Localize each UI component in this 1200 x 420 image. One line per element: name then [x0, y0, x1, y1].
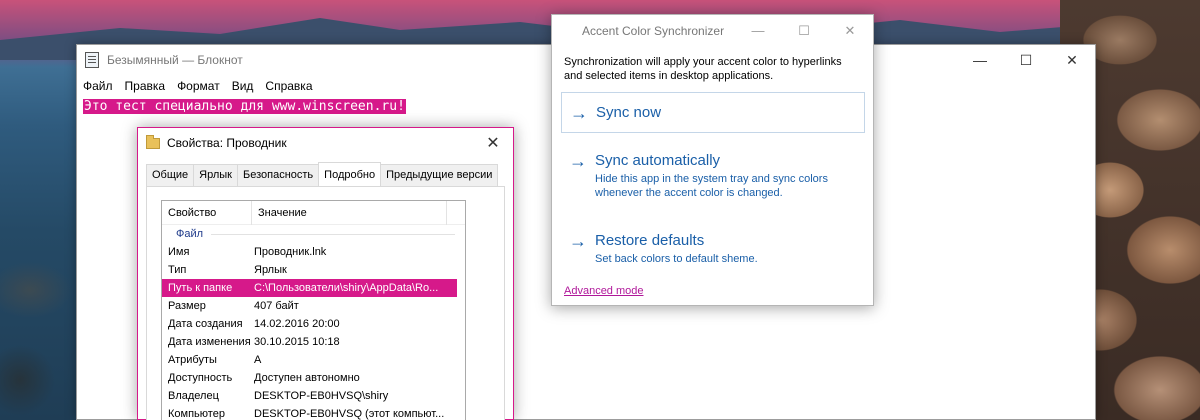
menu-help[interactable]: Справка	[265, 79, 312, 93]
restore-defaults-title: → Restore defaults	[569, 230, 857, 251]
group-header-file: Файл	[162, 225, 465, 243]
close-button[interactable]: ✕	[1049, 45, 1095, 75]
property-value: DESKTOP-EB0HVSQ\shiry	[254, 390, 389, 402]
folder-icon	[146, 134, 160, 149]
property-value: C:\Пользователи\shiry\AppData\Ro...	[254, 282, 439, 294]
table-row[interactable]: Атрибуты A	[162, 351, 465, 369]
sync-automatically-description: Hide this app in the system tray and syn…	[595, 173, 828, 199]
table-row[interactable]: Владелец DESKTOP-EB0HVSQ\shiry	[162, 387, 465, 405]
menu-format[interactable]: Формат	[177, 79, 220, 93]
property-name: Дата создания	[168, 318, 243, 330]
rocks-left-decoration	[0, 230, 80, 420]
maximize-button[interactable]: ☐	[781, 23, 827, 39]
close-button[interactable]: ✕	[473, 133, 513, 153]
menu-view[interactable]: Вид	[232, 79, 254, 93]
advanced-mode-link[interactable]: Advanced mode	[564, 285, 644, 297]
details-panel: Свойство Значение Файл Имя Проводник.lnk Т…	[146, 186, 505, 420]
property-value: 30.10.2015 10:18	[254, 336, 340, 348]
property-name: Доступность	[168, 372, 233, 384]
sync-now-button[interactable]: → Sync now	[561, 92, 865, 133]
menu-file[interactable]: Файл	[83, 79, 113, 93]
properties-tabs: Общие Ярлык Безопасность Подробно Предыд…	[146, 162, 499, 186]
property-name: Тип	[168, 264, 187, 276]
table-row[interactable]: Доступность Доступен автономно	[162, 369, 465, 387]
property-name: Путь к папке	[168, 282, 233, 294]
restore-defaults-description: Set back colors to default sheme.	[595, 253, 758, 265]
minimize-button[interactable]: —	[957, 45, 1003, 75]
table-row[interactable]: Дата создания 14.02.2016 20:00	[162, 315, 465, 333]
restore-defaults-button[interactable]: → Restore defaults Set back colors to de…	[561, 222, 865, 276]
property-value: Ярлык	[254, 264, 287, 276]
table-row[interactable]: Путь к папке C:\Пользователи\shiry\AppDat…	[162, 279, 457, 297]
accent-sync-titlebar[interactable]: Accent Color Synchronizer — ☐ ✕	[552, 15, 873, 47]
properties-dialog: Свойства: Проводник ✕ Общие Ярлык Безопа…	[137, 127, 514, 420]
close-button[interactable]: ✕	[827, 23, 873, 39]
properties-titlebar[interactable]: Свойства: Проводник ✕	[138, 128, 513, 158]
restore-defaults-label: Restore defaults	[595, 232, 705, 249]
property-name: Компьютер	[168, 408, 225, 420]
properties-title: Свойства: Проводник	[167, 136, 287, 150]
tab-details[interactable]: Подробно	[318, 162, 382, 186]
tab-shortcut[interactable]: Ярлык	[193, 164, 238, 186]
table-row[interactable]: Размер 407 байт	[162, 297, 465, 315]
property-value: 14.02.2016 20:00	[254, 318, 340, 330]
sync-description: Synchronization will apply your accent c…	[564, 56, 842, 82]
property-value: 407 байт	[254, 300, 299, 312]
tab-security[interactable]: Безопасность	[237, 164, 320, 186]
table-row[interactable]: Тип Ярлык	[162, 261, 465, 279]
property-value: Проводник.lnk	[254, 246, 327, 258]
accent-sync-title: Accent Color Synchronizer	[582, 24, 725, 38]
property-value: A	[254, 354, 262, 366]
list-header: Свойство Значение	[162, 201, 465, 225]
properties-list: Свойство Значение Файл Имя Проводник.lnk Т…	[161, 200, 466, 420]
table-row[interactable]: Компьютер DESKTOP-EB0HVSQ (этот компьют..…	[162, 405, 465, 420]
sync-automatically-button[interactable]: → Sync automatically Hide this app in th…	[561, 142, 865, 210]
table-row[interactable]: Имя Проводник.lnk	[162, 243, 465, 261]
notepad-icon	[85, 52, 99, 68]
minimize-button[interactable]: —	[735, 23, 781, 39]
property-name: Имя	[168, 246, 190, 258]
arrow-right-icon: →	[569, 150, 587, 171]
arrow-right-icon: →	[570, 102, 588, 123]
column-header-property[interactable]: Свойство	[162, 201, 252, 225]
properties-rows: Имя Проводник.lnk Тип Ярлык Путь к папке C:\П…	[162, 243, 465, 420]
notepad-editor[interactable]: Это тест специально для www.winscreen.ru…	[83, 99, 406, 114]
property-name: Атрибуты	[168, 354, 217, 366]
tab-previous-versions[interactable]: Предыдущие версии	[380, 164, 499, 186]
menu-edit[interactable]: Правка	[125, 79, 166, 93]
tab-general[interactable]: Общие	[146, 164, 195, 186]
column-header-value[interactable]: Значение	[252, 201, 447, 225]
accent-sync-window-controls: — ☐ ✕	[735, 23, 873, 39]
sync-automatically-label: Sync automatically	[595, 152, 721, 169]
arrow-right-icon: →	[569, 230, 587, 251]
property-name: Дата изменения	[168, 336, 251, 348]
property-name: Владелец	[168, 390, 219, 402]
property-value: Доступен автономно	[254, 372, 360, 384]
sync-automatically-title: → Sync automatically	[569, 150, 857, 171]
maximize-button[interactable]: ☐	[1003, 45, 1049, 75]
property-name: Размер	[168, 300, 206, 312]
notepad-window-controls: — ☐ ✕	[957, 45, 1095, 75]
sync-now-title: → Sync now	[570, 102, 856, 123]
accent-sync-window: Accent Color Synchronizer — ☐ ✕ Synchron…	[551, 14, 874, 306]
table-row[interactable]: Дата изменения 30.10.2015 10:18	[162, 333, 465, 351]
selected-text[interactable]: Это тест специально для www.winscreen.ru…	[83, 99, 406, 114]
property-value: DESKTOP-EB0HVSQ (этот компьют...	[254, 408, 445, 420]
sync-now-label: Sync now	[596, 104, 662, 121]
